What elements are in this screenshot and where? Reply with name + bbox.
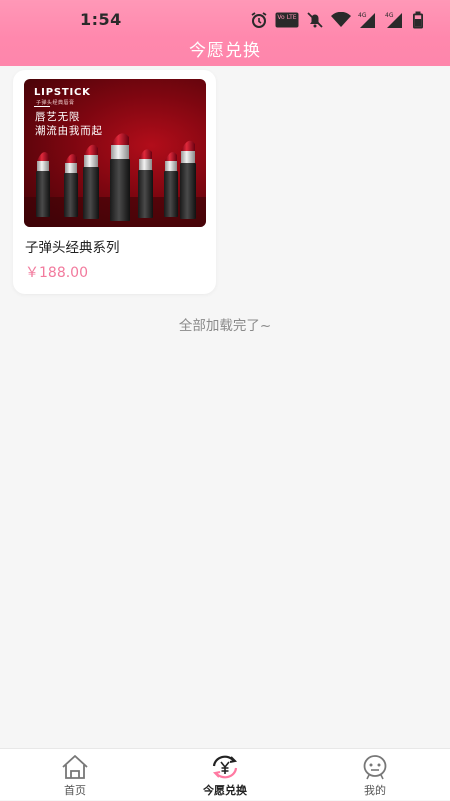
status-time: 1:54 <box>80 10 122 29</box>
mute-icon <box>306 11 324 29</box>
home-icon <box>60 754 90 780</box>
wifi-icon <box>331 12 351 28</box>
lipstick-1 <box>36 152 50 217</box>
product-name: 子弹头经典系列 <box>25 240 120 256</box>
product-price: ￥188.00 <box>25 265 88 281</box>
bottom-tab-bar: 首页 今愿兑换 我的 <box>0 748 450 800</box>
product-card[interactable]: LIPSTICK 子弹头经典唇膏 唇艺无限 潮流由我而起 子弹头经典系列 ￥18… <box>13 70 216 294</box>
tab-home-label: 首页 <box>64 784 86 797</box>
lipstick-2 <box>64 154 78 217</box>
tab-profile[interactable]: 我的 <box>300 749 450 801</box>
tab-exchange-label: 今愿兑换 <box>203 784 247 797</box>
network-type-label: 4G <box>358 12 367 19</box>
page-title: 今愿兑换 <box>0 38 450 66</box>
lipstick-6 <box>164 152 178 217</box>
signal-4g-icon: 4G <box>385 11 405 29</box>
signal-4g-icon: 4G <box>358 11 378 29</box>
lipstick-3 <box>83 144 99 219</box>
lipstick-4 <box>110 133 130 221</box>
exchange-yuan-icon <box>210 754 240 780</box>
battery-icon <box>412 11 424 29</box>
lipstick-illustration <box>24 133 206 227</box>
tab-exchange[interactable]: 今愿兑换 <box>150 749 300 801</box>
status-bar: 1:54 Vo LTE 4G 4G <box>0 0 450 38</box>
list-end-message: 全部加载完了~ <box>178 318 272 334</box>
tab-home[interactable]: 首页 <box>0 749 150 801</box>
volte-icon: Vo LTE <box>275 12 299 28</box>
lipstick-7 <box>180 140 196 219</box>
status-icons: Vo LTE 4G 4G <box>250 11 424 29</box>
tab-profile-label: 我的 <box>364 784 386 797</box>
alarm-icon <box>250 11 268 29</box>
volte-text: Vo LTE <box>277 14 296 21</box>
profile-face-icon <box>360 754 390 780</box>
network-type-label: 4G <box>385 12 394 19</box>
lipstick-5 <box>138 149 153 218</box>
product-image[interactable]: LIPSTICK 子弹头经典唇膏 唇艺无限 潮流由我而起 <box>24 79 206 227</box>
